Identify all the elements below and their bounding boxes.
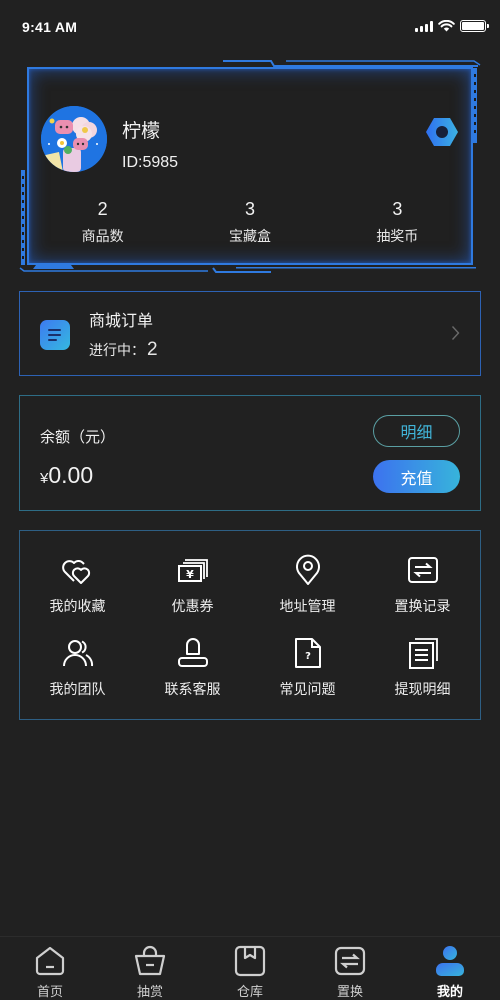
service-faq[interactable]: ? 常见问题 bbox=[250, 636, 365, 699]
chevron-right-icon bbox=[451, 326, 460, 340]
nav-warehouse[interactable]: 仓库 bbox=[200, 937, 300, 1000]
withdraw-details-icon bbox=[408, 638, 438, 669]
orders-title: 商城订单 bbox=[89, 311, 154, 330]
service-address[interactable]: 地址管理 bbox=[250, 553, 365, 616]
balance-amount: ¥0.00 bbox=[40, 462, 93, 489]
nav-label: 仓库 bbox=[236, 985, 263, 1000]
service-label: 联系客服 bbox=[164, 682, 221, 698]
service-label: 提现明细 bbox=[394, 682, 451, 698]
nav-label: 我的 bbox=[436, 985, 463, 1000]
status-time: 9:41 AM bbox=[22, 19, 78, 35]
home-icon bbox=[35, 946, 65, 976]
profile-panel: 柠檬 ID:5985 2 商品数 3 宝藏盒 3 抽奖币 bbox=[27, 67, 473, 265]
stat-value: 3 bbox=[244, 199, 255, 219]
nav-label: 抽赏 bbox=[136, 985, 163, 1000]
hexagon-nut-settings-icon bbox=[426, 118, 458, 146]
service-withdraw-details[interactable]: 提现明细 bbox=[365, 636, 480, 699]
stat-value: 2 bbox=[97, 199, 108, 219]
stat-label: 商品数 bbox=[81, 229, 124, 245]
coupon-yen-icon: ¥ bbox=[177, 559, 208, 582]
basket-icon bbox=[134, 945, 166, 976]
bottom-nav: 首页 抽赏 仓库 置换 我的 bbox=[0, 936, 500, 1000]
cellular-signal-icon bbox=[415, 20, 433, 32]
stat-lottery-coins[interactable]: 3 抽奖币 bbox=[324, 199, 471, 246]
balance-label: 余额（元） bbox=[40, 428, 116, 446]
avatar[interactable] bbox=[41, 106, 107, 172]
nav-label: 首页 bbox=[36, 985, 63, 1000]
nav-mine[interactable]: 我的 bbox=[400, 937, 500, 1000]
hearts-icon bbox=[61, 560, 90, 584]
balance-value: 0.00 bbox=[48, 462, 94, 488]
profile-stats: 2 商品数 3 宝藏盒 3 抽奖币 bbox=[29, 199, 471, 246]
services-card: 我的收藏 ¥ 优惠券 地址管理 置换记录 我的团队 联系客服 ? 常见问题 提现… bbox=[19, 530, 481, 720]
nav-home[interactable]: 首页 bbox=[0, 937, 100, 1000]
service-label: 我的收藏 bbox=[49, 599, 106, 615]
service-swap-records[interactable]: 置换记录 bbox=[365, 553, 480, 616]
services-grid: 我的收藏 ¥ 优惠券 地址管理 置换记录 我的团队 联系客服 ? 常见问题 提现… bbox=[20, 553, 480, 699]
nav-lottery[interactable]: 抽赏 bbox=[100, 937, 200, 1000]
warehouse-box-icon bbox=[234, 945, 266, 977]
svg-text:¥: ¥ bbox=[186, 568, 194, 581]
service-favorites[interactable]: 我的收藏 bbox=[20, 553, 135, 616]
swap-icon bbox=[407, 557, 438, 583]
settings-button[interactable] bbox=[425, 117, 459, 147]
stat-products[interactable]: 2 商品数 bbox=[29, 199, 176, 246]
service-label: 我的团队 bbox=[49, 682, 106, 698]
team-icon bbox=[62, 640, 93, 667]
customer-service-icon bbox=[177, 638, 208, 667]
status-icons bbox=[415, 20, 489, 32]
stat-treasure-box[interactable]: 3 宝藏盒 bbox=[176, 199, 323, 246]
service-label: 置换记录 bbox=[394, 599, 451, 615]
location-pin-icon bbox=[295, 554, 320, 585]
faq-document-icon: ? bbox=[294, 638, 321, 668]
service-team[interactable]: 我的团队 bbox=[20, 636, 135, 699]
service-customer-support[interactable]: 联系客服 bbox=[135, 636, 250, 699]
recharge-button[interactable]: 充值 bbox=[373, 460, 460, 493]
stat-label: 抽奖币 bbox=[376, 229, 419, 245]
username: 柠檬 bbox=[122, 120, 161, 142]
service-label: 优惠券 bbox=[171, 599, 214, 615]
stat-label: 宝藏盒 bbox=[228, 229, 271, 245]
nav-label: 置换 bbox=[336, 985, 363, 1000]
stat-value: 3 bbox=[392, 199, 403, 219]
orders-status-label: 进行中： bbox=[89, 343, 145, 359]
user-id: ID:5985 bbox=[122, 154, 179, 171]
service-coupons[interactable]: ¥ 优惠券 bbox=[135, 553, 250, 616]
swap-icon bbox=[334, 946, 366, 976]
mall-orders-card[interactable]: 商城订单 进行中： 2 bbox=[19, 291, 481, 376]
avatar-flowers-illustration bbox=[41, 106, 107, 172]
balance-card: 余额（元） ¥0.00 明细 充值 bbox=[19, 395, 481, 511]
orders-status: 进行中： 2 bbox=[89, 339, 158, 361]
profile-card: 柠檬 ID:5985 2 商品数 3 宝藏盒 3 抽奖币 bbox=[18, 58, 484, 274]
status-bar: 9:41 AM bbox=[0, 0, 500, 56]
wifi-icon bbox=[438, 20, 455, 32]
user-icon bbox=[436, 946, 464, 976]
service-label: 常见问题 bbox=[279, 682, 336, 698]
orders-status-count: 2 bbox=[147, 339, 158, 360]
battery-icon bbox=[460, 20, 489, 32]
svg-text:?: ? bbox=[305, 651, 311, 662]
nav-swap[interactable]: 置换 bbox=[300, 937, 400, 1000]
balance-details-button[interactable]: 明细 bbox=[373, 415, 460, 447]
document-list-icon bbox=[40, 320, 70, 350]
service-label: 地址管理 bbox=[279, 599, 336, 615]
